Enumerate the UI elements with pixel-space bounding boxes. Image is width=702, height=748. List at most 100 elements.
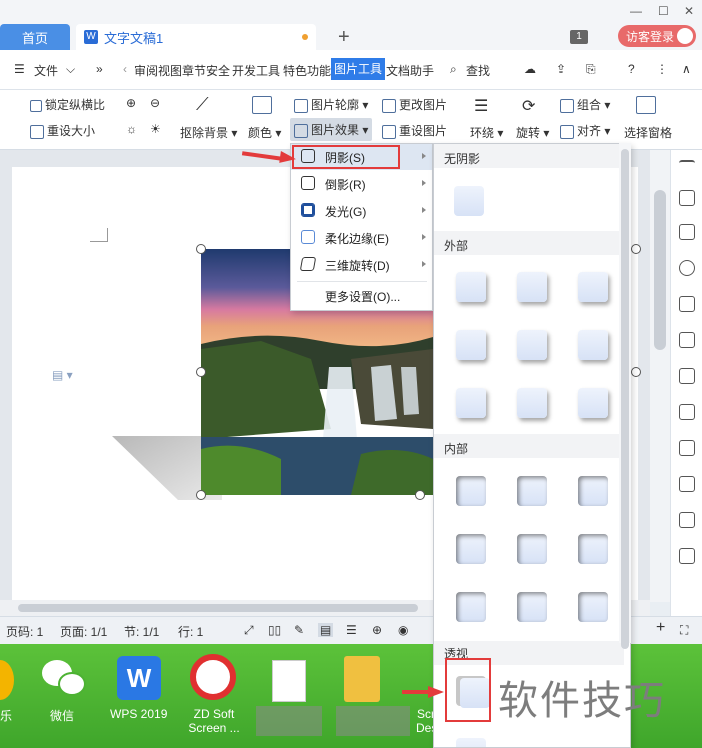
- hamburger-icon[interactable]: ☰: [14, 62, 25, 76]
- table-icon[interactable]: [679, 368, 695, 384]
- close-icon[interactable]: ✕: [684, 4, 694, 18]
- pen-icon[interactable]: [679, 190, 695, 206]
- image-icon[interactable]: [679, 512, 695, 528]
- layers-icon[interactable]: [679, 332, 695, 348]
- menu-file[interactable]: 文件: [34, 62, 58, 79]
- web-view-icon[interactable]: ⊕: [372, 623, 382, 637]
- shadow-option-none[interactable]: [454, 186, 484, 216]
- picture-outline-button[interactable]: 图片轮廓 ▾: [294, 96, 368, 113]
- wechat-icon[interactable]: [40, 656, 88, 700]
- menu-developer[interactable]: 开发工具: [232, 62, 280, 79]
- blank-file-icon[interactable]: [272, 660, 306, 702]
- menu-view[interactable]: 视图: [158, 62, 182, 79]
- collapse-ribbon-icon[interactable]: ∧: [682, 62, 691, 76]
- settings-sliders-icon[interactable]: [679, 476, 695, 492]
- menu-item-glow[interactable]: 发光(G): [291, 198, 432, 224]
- menu-item-soft-edges[interactable]: 柔化边缘(E): [291, 225, 432, 251]
- more-icon[interactable]: ⋮: [656, 62, 668, 76]
- panel-scrollbar[interactable]: [619, 143, 631, 649]
- share-out-icon[interactable]: [679, 548, 695, 564]
- new-tab-plus-icon[interactable]: +: [338, 26, 350, 49]
- shadow-option-inner[interactable]: [517, 592, 547, 622]
- outline-view-icon[interactable]: ☰: [346, 623, 357, 637]
- brightness-up-icon[interactable]: ☼: [126, 122, 137, 136]
- shapes-icon[interactable]: [679, 296, 695, 312]
- align-button[interactable]: 对齐 ▾: [560, 122, 610, 139]
- shadow-option-outer[interactable]: [578, 330, 608, 360]
- paragraph-layout-icon[interactable]: ▤ ▾: [52, 368, 73, 382]
- menu-security[interactable]: 安全: [206, 62, 230, 79]
- resize-handle-bottom-left[interactable]: [196, 490, 206, 500]
- remove-point-icon[interactable]: ⊖: [150, 96, 160, 110]
- status-page-code[interactable]: 页码: 1: [6, 623, 43, 640]
- shadow-option-outer[interactable]: [578, 272, 608, 302]
- resize-handle-top-right[interactable]: [631, 244, 641, 254]
- remove-bg-button[interactable]: 抠除背景 ▾: [180, 124, 237, 141]
- shadow-option-inner[interactable]: [578, 534, 608, 564]
- brightness-down-icon[interactable]: ☀: [150, 122, 161, 136]
- tab-home[interactable]: 首页: [0, 24, 70, 50]
- wps-app-icon[interactable]: W: [117, 656, 161, 700]
- shadow-option-outer[interactable]: [456, 388, 486, 418]
- window-count-badge[interactable]: 1: [570, 30, 588, 44]
- reset-size-button[interactable]: 重设大小: [30, 122, 95, 139]
- menu-picture-tools[interactable]: 图片工具: [331, 58, 386, 80]
- change-picture-button[interactable]: 更改图片: [382, 96, 447, 113]
- group-button[interactable]: 组合 ▾: [560, 96, 610, 113]
- shadow-option-outer[interactable]: [456, 272, 486, 302]
- reset-picture-button[interactable]: 重设图片: [382, 122, 447, 139]
- lock-ratio-checkbox[interactable]: 锁定纵横比: [30, 96, 105, 113]
- folder-icon[interactable]: [344, 656, 380, 702]
- status-row[interactable]: 行: 1: [178, 623, 203, 640]
- rotate-button[interactable]: 旋转 ▾: [516, 124, 549, 141]
- more-menus-icon[interactable]: »: [96, 62, 103, 76]
- shadow-option-outer[interactable]: [517, 272, 547, 302]
- menu-item-reflection[interactable]: 倒影(R): [291, 171, 432, 197]
- search-icon[interactable]: ⌕: [450, 62, 457, 77]
- resize-handle-left[interactable]: [196, 367, 206, 377]
- shadow-option-inner[interactable]: [578, 592, 608, 622]
- picture-effect-button[interactable]: 图片效果 ▾: [290, 118, 373, 141]
- shadow-option-inner[interactable]: [456, 534, 486, 564]
- chart-icon[interactable]: [679, 440, 695, 456]
- export-icon[interactable]: ⎘: [586, 62, 596, 77]
- menu-doc-assistant[interactable]: 文档助手: [386, 62, 434, 79]
- menu-lines-icon[interactable]: [679, 160, 695, 170]
- guest-login-button[interactable]: 访客登录: [618, 25, 696, 47]
- shadow-option-inner[interactable]: [517, 534, 547, 564]
- scrollbar-thumb[interactable]: [621, 149, 629, 649]
- stamp-icon[interactable]: [679, 260, 695, 276]
- shadow-option-outer[interactable]: [517, 330, 547, 360]
- menu-chapter[interactable]: 章节: [182, 62, 206, 79]
- shadow-option-inner[interactable]: [517, 476, 547, 506]
- zd-soft-recorder-icon[interactable]: [190, 654, 236, 700]
- shadow-option-perspective[interactable]: [456, 738, 486, 747]
- share-icon[interactable]: ⇪: [556, 62, 566, 76]
- grid-icon[interactable]: [679, 404, 695, 420]
- resize-handle-right[interactable]: [631, 367, 641, 377]
- shadow-option-inner[interactable]: [456, 592, 486, 622]
- edit-icon[interactable]: ✎: [294, 623, 304, 637]
- menu-item-more-settings[interactable]: 更多设置(O)...: [291, 283, 432, 309]
- scrollbar-thumb[interactable]: [654, 190, 666, 350]
- status-section[interactable]: 节: 1/1: [124, 623, 159, 640]
- menu-search[interactable]: 查找: [466, 62, 490, 79]
- shadow-option-inner[interactable]: [578, 476, 608, 506]
- tab-document[interactable]: W 文字文稿1: [76, 24, 316, 50]
- shadow-option-outer[interactable]: [517, 388, 547, 418]
- menu-features[interactable]: 特色功能: [283, 62, 331, 79]
- vertical-scrollbar[interactable]: [650, 150, 670, 602]
- shadow-option-outer[interactable]: [456, 330, 486, 360]
- page-view-icon[interactable]: ▤: [318, 623, 334, 637]
- resize-handle-top-left[interactable]: [196, 244, 206, 254]
- cursor-icon[interactable]: [679, 224, 695, 240]
- resize-handle-bottom[interactable]: [415, 490, 425, 500]
- maximize-icon[interactable]: ☐: [658, 4, 669, 18]
- chevron-down-icon[interactable]: ⌵: [66, 62, 75, 77]
- status-page[interactable]: 页面: 1/1: [60, 623, 107, 640]
- fullscreen-icon[interactable]: ⤢: [244, 623, 254, 638]
- wrap-button[interactable]: 环绕 ▾: [470, 124, 503, 141]
- fit-window-icon[interactable]: ⛶: [680, 623, 688, 638]
- menu-review[interactable]: 审阅: [134, 62, 158, 79]
- scroll-left-icon[interactable]: ‹: [123, 62, 127, 76]
